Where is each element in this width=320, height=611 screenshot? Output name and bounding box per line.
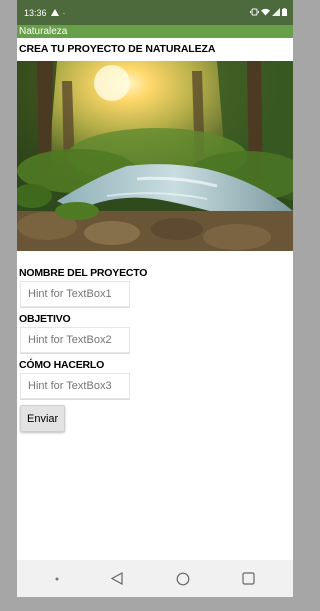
home-circle-icon[interactable] <box>176 572 190 586</box>
warning-triangle-icon <box>50 8 59 18</box>
project-name-label: NOMBRE DEL PROYECTO <box>19 267 148 279</box>
status-left: 13:36 · <box>24 8 66 18</box>
objective-input[interactable] <box>20 327 130 353</box>
phone-screen: 13:36 · Naturaleza CREA TU PROYECTO DE N… <box>17 0 293 597</box>
how-to-input[interactable] <box>20 373 130 399</box>
system-nav-bar <box>17 560 293 597</box>
status-right <box>250 7 287 18</box>
project-name-input[interactable] <box>20 281 130 307</box>
submit-button[interactable]: Enviar <box>20 405 66 432</box>
forest-stream-image <box>17 61 293 251</box>
recents-square-icon[interactable] <box>242 572 255 585</box>
objective-label: OBJETIVO <box>19 313 71 325</box>
status-dot: · <box>62 7 66 18</box>
dot-icon <box>55 577 59 581</box>
vibrate-icon <box>250 8 259 18</box>
status-time: 13:36 <box>24 7 47 18</box>
how-to-label: CÓMO HACERLO <box>19 359 105 371</box>
signal-icon <box>272 7 280 18</box>
app-title-bar: Naturaleza <box>17 25 293 38</box>
project-form: NOMBRE DEL PROYECTO OBJETIVO CÓMO HACERL… <box>17 251 293 432</box>
page-heading: CREA TU PROYECTO DE NATURALEZA <box>19 43 216 55</box>
wifi-icon <box>261 8 270 18</box>
battery-icon <box>282 7 287 18</box>
back-triangle-icon[interactable] <box>111 572 123 585</box>
status-bar: 13:36 · <box>17 0 293 25</box>
